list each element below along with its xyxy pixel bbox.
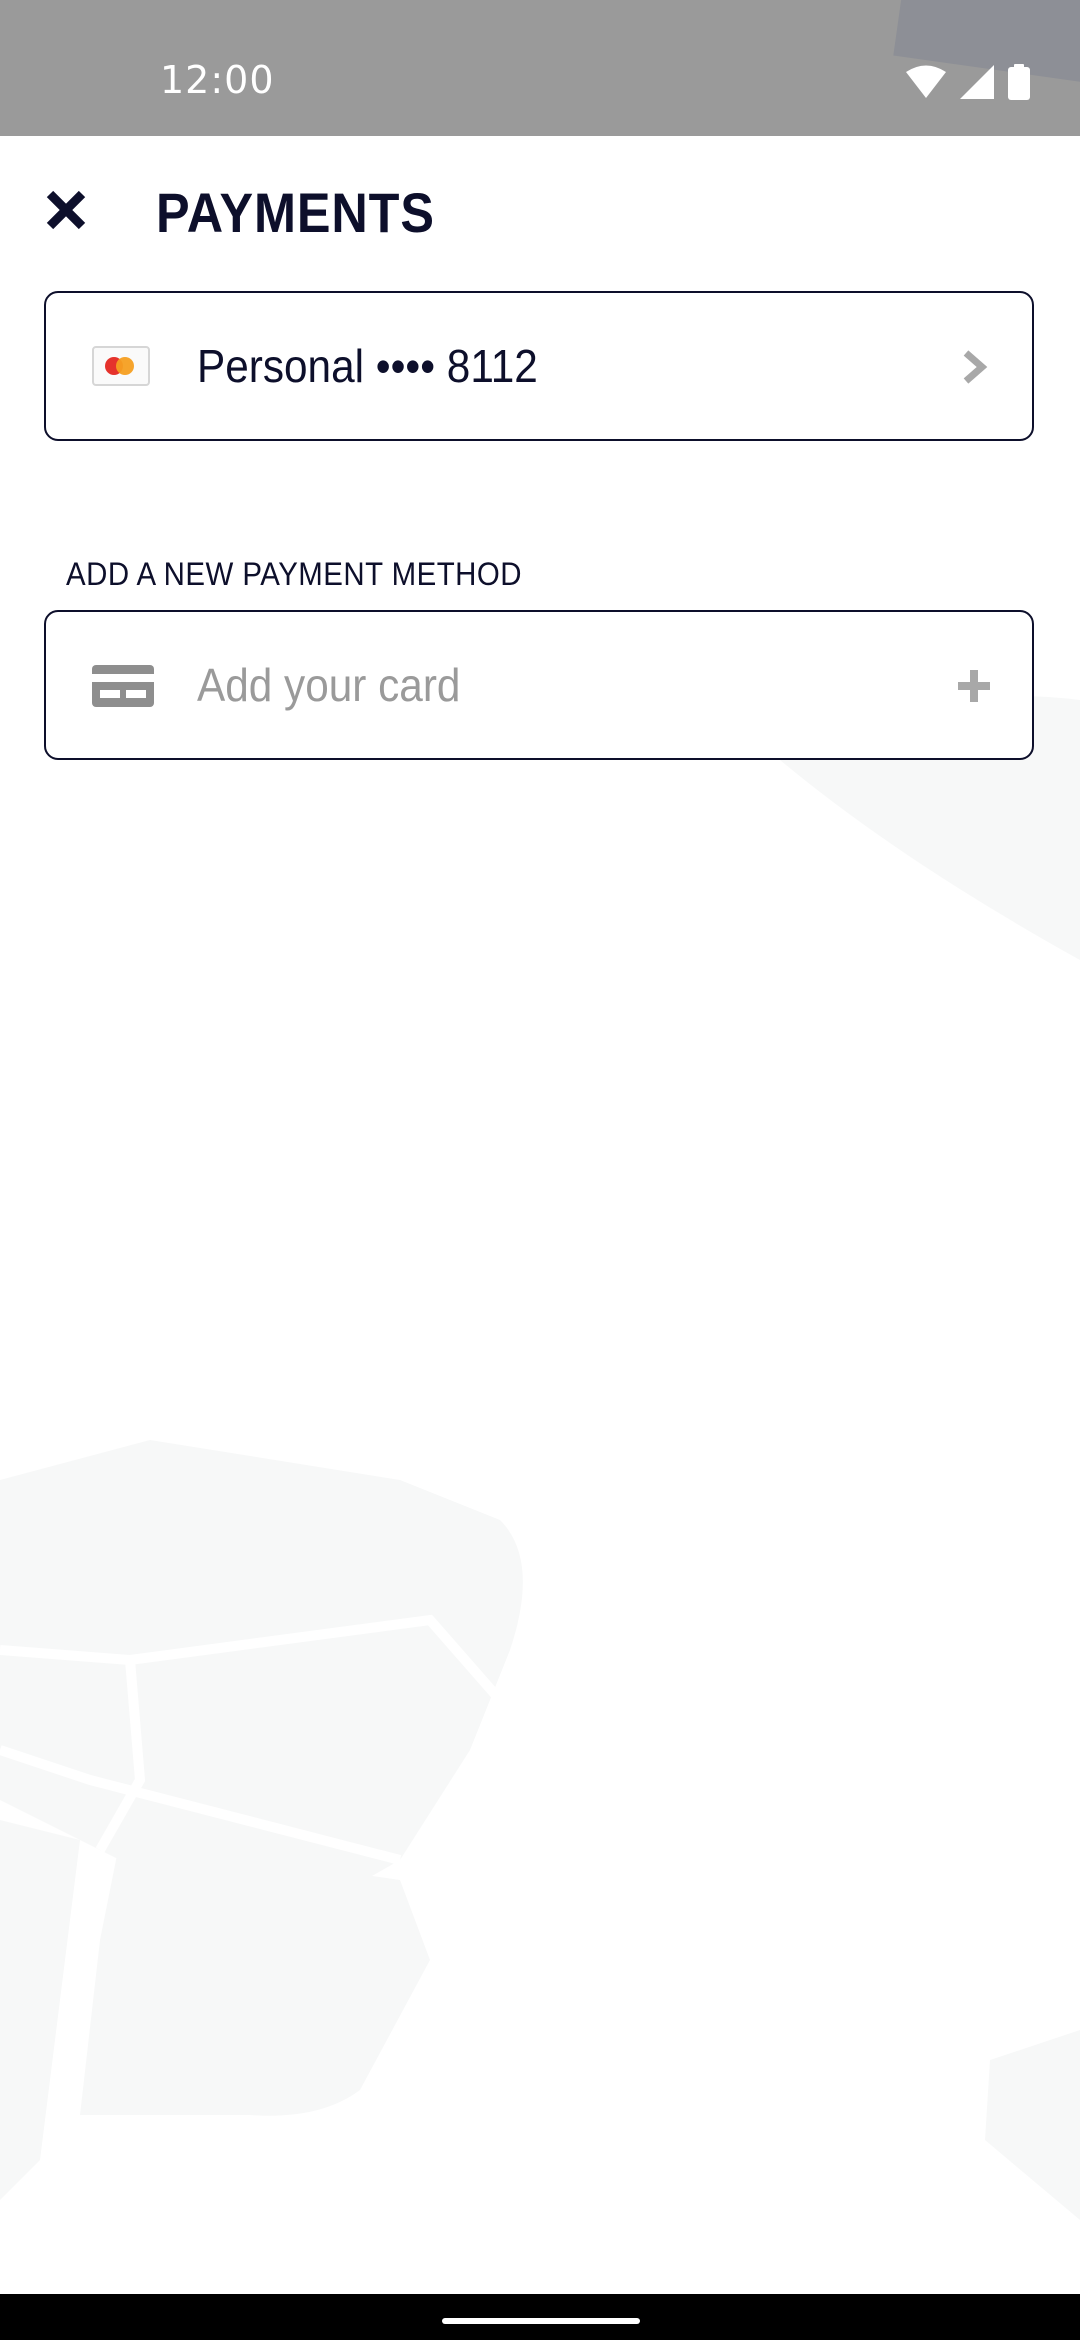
plus-icon (958, 670, 990, 702)
navigation-bar (0, 2294, 1080, 2340)
close-icon (46, 190, 86, 230)
saved-payment-method-row[interactable]: Personal •••• 8112 (44, 291, 1034, 441)
home-gesture-handle[interactable] (442, 2318, 640, 2324)
credit-card-icon (92, 665, 154, 707)
cellular-signal-icon (960, 65, 994, 99)
status-bar: 12:00 (0, 0, 1080, 136)
page-header: PAYMENTS (0, 136, 1080, 286)
brand-circle-orange (116, 357, 134, 375)
wifi-icon (906, 65, 946, 98)
status-icons (906, 62, 1030, 102)
close-button[interactable] (30, 174, 102, 246)
saved-payment-label: Personal •••• 8112 (197, 340, 538, 392)
add-card-placeholder: Add your card (197, 659, 461, 711)
add-card-button[interactable]: Add your card (44, 610, 1034, 760)
add-payment-section-title: ADD A NEW PAYMENT METHOD (66, 556, 522, 592)
page-title: PAYMENTS (156, 181, 435, 244)
battery-icon (1008, 64, 1030, 100)
status-time: 12:00 (160, 58, 275, 102)
mastercard-icon (92, 346, 150, 386)
chevron-right-icon (963, 350, 988, 384)
